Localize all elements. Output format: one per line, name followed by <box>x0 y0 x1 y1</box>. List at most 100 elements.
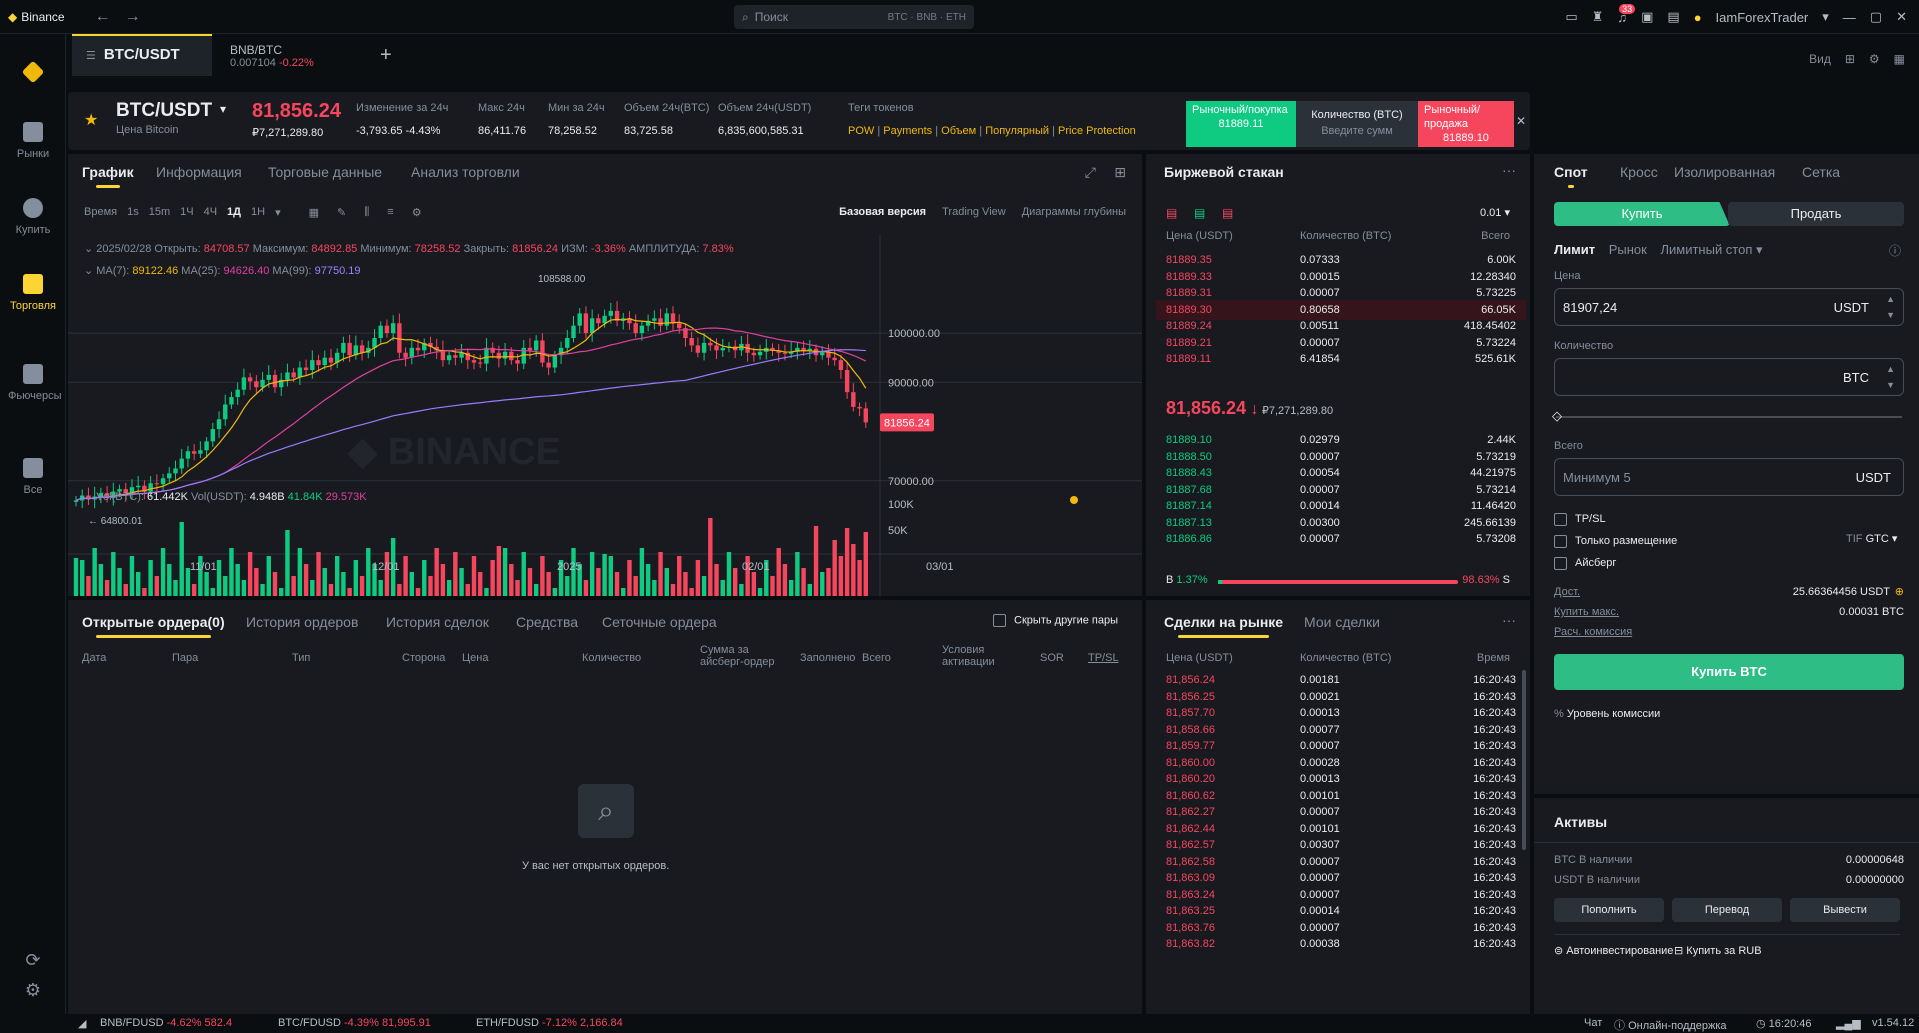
auto-invest-link[interactable]: ⊜ Автоинвестирование <box>1554 944 1673 957</box>
add-funds-icon[interactable]: ⊕ <box>1895 582 1904 602</box>
quick-market-sell-button[interactable]: Рыночный/продажа 81889.10 <box>1418 101 1514 147</box>
sort-price[interactable]: Цена <box>462 652 488 664</box>
orderbook-row[interactable]: 81889.11 6.41854 525.61K <box>1156 349 1526 369</box>
tag-price-protection[interactable]: Price Protection <box>1058 125 1136 137</box>
tab-isolated[interactable]: Изолированная <box>1674 164 1775 180</box>
withdraw-button[interactable]: Вывести <box>1790 898 1900 922</box>
nav-markets[interactable]: Рынки <box>0 122 66 161</box>
qty-stepper[interactable]: ▲ ▼ <box>1886 361 1895 393</box>
search-input[interactable]: ⌕ Поиск BTC · BNB · ETH <box>734 5 974 29</box>
tag-payments[interactable]: Payments <box>883 125 932 137</box>
draw-icon[interactable]: ✎ <box>337 206 346 219</box>
slider-handle[interactable]: ◇ <box>1552 408 1562 424</box>
tpsl-toggle[interactable]: TP/SL <box>1088 652 1119 664</box>
hide-other-pairs[interactable]: Скрыть другие пары <box>993 614 1118 627</box>
chevron-down-icon[interactable]: ▾ <box>275 206 281 219</box>
orderbook-row[interactable]: 81,863.82 0.00038 16:20:43 <box>1156 934 1526 954</box>
binance-home-icon[interactable] <box>0 60 66 86</box>
post-only-checkbox[interactable]: Только размещение <box>1554 530 1677 552</box>
tab-funds[interactable]: Средства <box>516 614 578 630</box>
chevron-down-icon[interactable]: ▾ <box>1822 9 1829 25</box>
tab-my-trades[interactable]: Мои сделки <box>1304 614 1380 630</box>
interval-15m[interactable]: 15m <box>149 206 170 219</box>
transfer-button[interactable]: Перевод <box>1672 898 1782 922</box>
tab-bnb-btc[interactable]: BNB/BTC 0.007104 -0.22% <box>216 34 356 76</box>
tab-trade-analysis[interactable]: Анализ торговли <box>411 164 520 180</box>
chat-link[interactable]: Чат <box>1584 1017 1602 1029</box>
interval-time[interactable]: Время <box>84 206 117 219</box>
total-input[interactable]: Минимум 5 USDT <box>1554 458 1904 496</box>
footer-ticker-2[interactable]: BTC/FDUSD -4.39% 81,995.91 <box>278 1017 431 1029</box>
buy-btc-button[interactable]: Купить BTC <box>1554 654 1904 690</box>
tab-trading-data[interactable]: Торговые данные <box>268 164 382 180</box>
book-both-icon[interactable]: ▤ <box>1166 206 1177 220</box>
type-limit[interactable]: Лимит <box>1554 242 1595 257</box>
forward-icon[interactable]: → <box>125 8 141 26</box>
nav-futures[interactable]: Фьючерсы <box>0 364 66 403</box>
quantity-input[interactable]: BTC ▲ ▼ <box>1554 358 1904 396</box>
footer-ticker-3[interactable]: ETH/FDUSD -7.12% 2,166.84 <box>476 1017 623 1029</box>
indicators-icon[interactable]: ≡ <box>387 206 393 219</box>
add-tab-icon[interactable]: + <box>366 34 406 76</box>
interval-1d[interactable]: 1Д <box>227 206 241 219</box>
interval-1w[interactable]: 1Н <box>251 206 265 219</box>
info-icon[interactable]: ⓘ <box>1889 242 1901 259</box>
type-stop-limit[interactable]: Лимитный стоп <box>1660 242 1752 257</box>
avatar[interactable]: ● <box>1694 10 1702 25</box>
expand-icon[interactable]: ⤢ <box>1085 164 1096 181</box>
basic-version[interactable]: Базовая версия <box>839 206 926 218</box>
fee-calc-link[interactable]: Расч. комиссия <box>1554 626 1632 638</box>
price-link[interactable]: Цена Bitcoin <box>116 124 179 136</box>
calendar-icon[interactable]: ▦ <box>309 206 319 219</box>
back-icon[interactable]: ← <box>95 8 111 26</box>
tradingview-version[interactable]: Trading View <box>942 206 1006 218</box>
nav-trade[interactable]: Торговля <box>0 274 66 313</box>
tab-trade-history[interactable]: История сделок <box>386 614 489 630</box>
layout-icon[interactable]: ⊞ <box>1845 52 1855 66</box>
tag-volume[interactable]: Объем <box>941 125 976 137</box>
pair-title[interactable]: BTC/USDT <box>116 100 212 122</box>
amount-slider[interactable] <box>1556 416 1902 418</box>
chart-settings-icon[interactable]: ⚙ <box>412 206 422 219</box>
nav-all[interactable]: Все <box>0 458 66 497</box>
tag-popular[interactable]: Популярный <box>985 125 1049 137</box>
interval-1h[interactable]: 1Ч <box>180 206 193 219</box>
candle-type-icon[interactable]: ⫼ <box>364 206 369 219</box>
filter-type[interactable]: Тип <box>292 652 310 664</box>
buy-side-button[interactable]: Купить <box>1554 202 1730 226</box>
gift-icon[interactable]: ♜ <box>1592 9 1604 25</box>
support-link[interactable]: ⓘ Онлайн-поддержка <box>1614 1017 1727 1033</box>
tick-size-select[interactable]: 0.01 ▾ <box>1480 206 1510 219</box>
tab-spot[interactable]: Спот <box>1554 164 1588 188</box>
tab-info[interactable]: Информация <box>156 164 242 180</box>
interval-4h[interactable]: 4Ч <box>204 206 217 219</box>
type-market[interactable]: Рынок <box>1609 242 1647 257</box>
close-icon[interactable]: ✕ <box>1896 9 1907 25</box>
favorite-star-icon[interactable]: ★ <box>84 110 98 130</box>
grid-icon[interactable]: ▦ <box>1894 52 1905 66</box>
image-icon[interactable]: ▭ <box>1565 9 1577 25</box>
fee-level-link[interactable]: % Уровень комиссии <box>1554 708 1660 720</box>
tab-grid-orders[interactable]: Сеточные ордера <box>602 614 717 630</box>
orderbook-row[interactable]: 81886.86 0.00007 5.73208 <box>1156 529 1526 549</box>
quick-market-buy-button[interactable]: Рыночный/покупка 81889.11 <box>1186 101 1296 147</box>
tab-btc-usdt[interactable]: ☰ BTC/USDT <box>72 34 212 76</box>
price-chart[interactable]: ◆ BINANCE 100000.00 90000.00 70000.00 81856.… <box>68 234 1142 596</box>
maximize-icon[interactable]: ▢ <box>1870 9 1882 25</box>
nav-buy[interactable]: Купить <box>0 198 66 237</box>
filter-side[interactable]: Сторона <box>402 652 445 664</box>
orders-icon[interactable]: ▤ <box>1667 9 1679 25</box>
deposit-button[interactable]: Пополнить <box>1554 898 1664 922</box>
tab-chart[interactable]: График <box>82 164 134 188</box>
wallet-icon[interactable]: ▣ <box>1641 9 1653 25</box>
tab-grid[interactable]: Сетка <box>1802 164 1840 180</box>
footer-ticker-1[interactable]: BNB/FDUSD -4.62% 582.4 <box>100 1017 232 1029</box>
view-menu[interactable]: Вид <box>1809 52 1831 66</box>
chevron-down-icon[interactable]: ▾ <box>220 102 226 116</box>
layout-icon[interactable]: ⊞ <box>1114 164 1126 181</box>
tpsl-checkbox[interactable]: TP/SL <box>1554 508 1677 530</box>
tab-cross[interactable]: Кросс <box>1620 164 1658 180</box>
interval-1s[interactable]: 1s <box>127 206 139 219</box>
minimize-icon[interactable]: — <box>1843 10 1856 25</box>
price-input[interactable]: 81907,24 USDT ▲ ▼ <box>1554 288 1904 326</box>
